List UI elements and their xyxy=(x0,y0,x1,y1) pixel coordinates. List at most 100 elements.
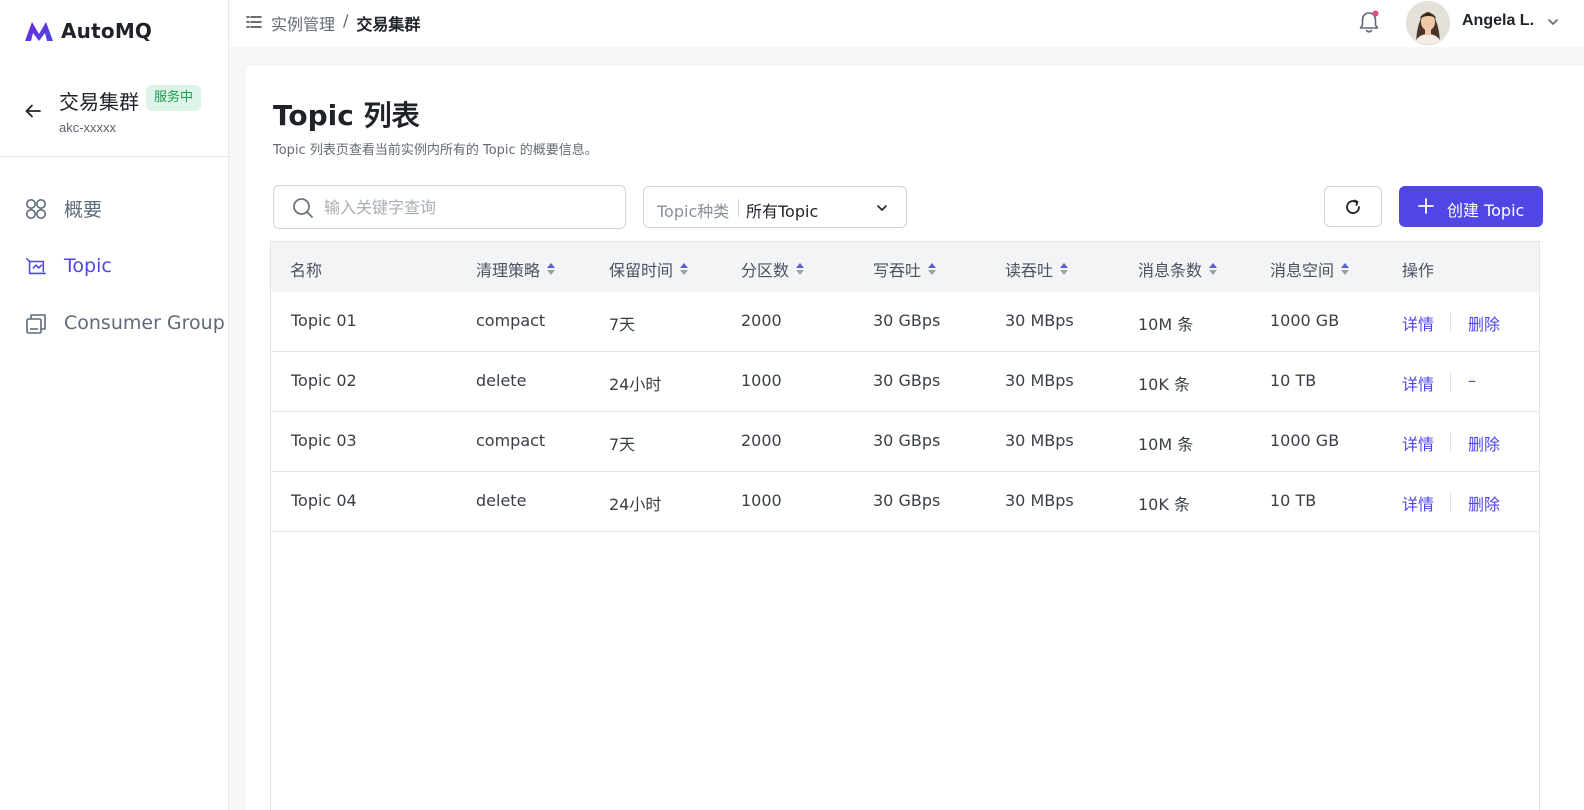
column-header-retention[interactable]: 保留时间 xyxy=(609,257,689,281)
sort-icon[interactable] xyxy=(1059,262,1069,276)
search-icon xyxy=(293,198,313,218)
column-header-write-throughput[interactable]: 写吞吐 xyxy=(873,257,937,281)
sort-icon[interactable] xyxy=(546,262,556,276)
column-header-actions: 操作 xyxy=(1402,261,1435,280)
cell-retention: 7天 xyxy=(609,315,636,334)
column-header-read-throughput[interactable]: 读吞吐 xyxy=(1005,257,1069,281)
cell-space: 10 TB xyxy=(1270,491,1317,510)
delete-link[interactable]: 删除 xyxy=(1468,311,1500,335)
action-divider xyxy=(1450,312,1451,332)
breadcrumb-separator: / xyxy=(343,11,349,30)
cell-messages: 10K 条 xyxy=(1138,375,1190,394)
cell-read: 30 MBps xyxy=(1005,491,1074,510)
cell-partitions: 2000 xyxy=(741,431,782,450)
sort-icon[interactable] xyxy=(927,262,937,276)
cell-name: Topic 02 xyxy=(291,371,357,390)
table-row: Topic 04 delete 24小时 1000 30 GBps 30 MBp… xyxy=(271,472,1539,532)
cluster-header: 交易集群 服务中 akc-xxxxx xyxy=(0,84,228,157)
sidebar-item-overview[interactable]: 概要 xyxy=(0,184,228,232)
topic-type-select[interactable]: Topic种类 所有Topic xyxy=(643,186,907,228)
breadcrumb: 实例管理 / 交易集群 xyxy=(271,11,420,35)
refresh-button[interactable] xyxy=(1324,186,1382,227)
detail-link[interactable]: 详情 xyxy=(1402,371,1434,395)
cell-name: Topic 04 xyxy=(291,491,357,510)
cell-read: 30 MBps xyxy=(1005,371,1074,390)
breadcrumb-instance-management[interactable]: 实例管理 xyxy=(271,11,335,35)
delete-link[interactable]: 删除 xyxy=(1468,431,1500,455)
page-title: Topic 列表 xyxy=(273,99,420,132)
cell-partitions: 1000 xyxy=(741,491,782,510)
cell-space: 1000 GB xyxy=(1270,431,1340,450)
cell-policy: compact xyxy=(476,311,546,330)
cell-space: 10 TB xyxy=(1270,371,1317,390)
topic-table: 名称 清理策略 保留时间 分区数 写吞吐 读吞吐 消息条数 消息空间 操作 To… xyxy=(270,241,1540,810)
cell-policy: delete xyxy=(476,491,527,510)
delete-link[interactable]: 删除 xyxy=(1468,491,1500,515)
back-arrow-icon[interactable] xyxy=(24,102,42,120)
action-divider xyxy=(1450,492,1451,512)
cell-retention: 24小时 xyxy=(609,375,662,394)
sidebar-item-consumer-group[interactable]: Consumer Group xyxy=(0,299,228,347)
overview-grid-icon xyxy=(26,199,46,219)
action-divider xyxy=(1450,372,1451,392)
menu-icon[interactable] xyxy=(246,14,262,30)
chevron-down-icon[interactable] xyxy=(1547,16,1559,28)
cell-name: Topic 03 xyxy=(291,431,357,450)
plus-icon xyxy=(1418,198,1434,214)
top-bar: 实例管理 / 交易集群 Angela L. xyxy=(229,0,1584,47)
user-name[interactable]: Angela L. xyxy=(1462,12,1534,30)
topic-list-card: Topic 列表 Topic 列表页查看当前实例内所有的 Topic 的概要信息… xyxy=(246,66,1584,810)
topic-type-label: Topic种类 xyxy=(657,202,730,221)
table-header: 名称 清理策略 保留时间 分区数 写吞吐 读吞吐 消息条数 消息空间 操作 xyxy=(271,242,1539,292)
cell-partitions: 1000 xyxy=(741,371,782,390)
table-row: Topic 01 compact 7天 2000 30 GBps 30 MBps… xyxy=(271,292,1539,352)
sort-icon[interactable] xyxy=(1340,262,1350,276)
topic-icon xyxy=(26,257,46,275)
sort-icon[interactable] xyxy=(795,262,805,276)
sidebar-item-label: 概要 xyxy=(64,198,103,221)
status-badge: 服务中 xyxy=(146,85,202,111)
breadcrumb-current: 交易集群 xyxy=(356,15,421,34)
divider xyxy=(738,199,739,217)
automq-logo[interactable]: AutoMQ xyxy=(24,19,152,43)
cell-write: 30 GBps xyxy=(873,491,941,510)
column-header-message-space[interactable]: 消息空间 xyxy=(1270,257,1350,281)
search-input[interactable] xyxy=(324,186,614,228)
sort-icon[interactable] xyxy=(679,262,689,276)
cell-messages: 10K 条 xyxy=(1138,495,1190,514)
cell-read: 30 MBps xyxy=(1005,431,1074,450)
sidebar-item-label: Consumer Group xyxy=(64,312,225,334)
cell-partitions: 2000 xyxy=(741,311,782,330)
automq-logo-icon xyxy=(25,22,53,41)
create-topic-label: 创建 Topic xyxy=(1447,201,1525,220)
table-row: Topic 02 delete 24小时 1000 30 GBps 30 MBp… xyxy=(271,352,1539,412)
sidebar-item-topic[interactable]: Topic xyxy=(0,242,228,290)
consumer-group-icon xyxy=(26,314,46,334)
cluster-id: akc-xxxxx xyxy=(59,120,117,135)
sidebar: AutoMQ 交易集群 服务中 akc-xxxxx 概要 Topic Consu… xyxy=(0,0,229,810)
action-divider xyxy=(1450,432,1451,452)
user-avatar-icon xyxy=(1406,1,1450,45)
detail-link[interactable]: 详情 xyxy=(1402,491,1434,515)
brand-name: AutoMQ xyxy=(61,19,153,43)
sidebar-item-label: Topic xyxy=(64,255,112,277)
detail-link[interactable]: 详情 xyxy=(1402,431,1434,455)
detail-link[interactable]: 详情 xyxy=(1402,311,1434,335)
create-topic-button[interactable]: 创建 Topic xyxy=(1399,186,1543,227)
cell-policy: delete xyxy=(476,371,527,390)
sort-icon[interactable] xyxy=(1208,262,1218,276)
cell-messages: 10M 条 xyxy=(1138,315,1194,334)
cell-write: 30 GBps xyxy=(873,431,941,450)
search-box[interactable] xyxy=(273,185,626,229)
avatar[interactable] xyxy=(1406,1,1450,45)
chevron-down-icon xyxy=(877,205,887,211)
cell-messages: 10M 条 xyxy=(1138,435,1194,454)
topic-type-value: 所有Topic xyxy=(746,202,819,221)
cell-write: 30 GBps xyxy=(873,311,941,330)
cell-retention: 24小时 xyxy=(609,495,662,514)
column-header-message-count[interactable]: 消息条数 xyxy=(1138,257,1218,281)
cell-write: 30 GBps xyxy=(873,371,941,390)
column-header-cleanup-policy[interactable]: 清理策略 xyxy=(476,257,556,281)
column-header-partitions[interactable]: 分区数 xyxy=(741,257,805,281)
notification-bell-icon[interactable] xyxy=(1357,9,1381,35)
